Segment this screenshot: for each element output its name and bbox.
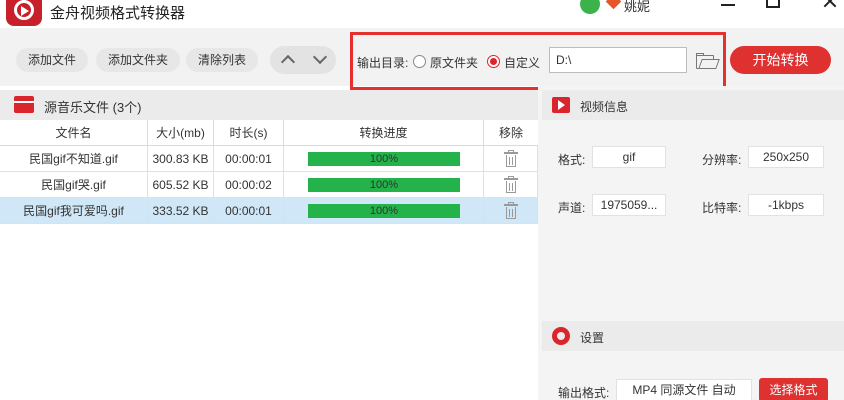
trash-icon[interactable] xyxy=(504,176,518,193)
file-duration: 00:00:01 xyxy=(214,198,284,224)
column-header-name[interactable]: 文件名 xyxy=(0,120,148,146)
settings-title: 设置 xyxy=(580,331,605,345)
remove-cell xyxy=(484,172,538,198)
video-info-header: 视频信息 xyxy=(542,90,844,120)
trash-icon[interactable] xyxy=(504,150,518,167)
move-arrows xyxy=(270,46,336,74)
progress-text: 100% xyxy=(369,205,399,217)
format-label: 格式: xyxy=(558,153,586,167)
select-format-button[interactable]: 选择格式 xyxy=(759,378,828,400)
progress-cell: 100% xyxy=(284,172,484,198)
file-duration: 00:00:02 xyxy=(214,172,284,198)
channel-label: 声道: xyxy=(558,201,586,215)
file-name: 民国gif哭.gif xyxy=(0,172,148,198)
minimize-icon xyxy=(721,4,735,6)
gear-icon xyxy=(552,327,570,345)
output-directory-label: 输出目录: xyxy=(357,56,409,70)
clear-list-button[interactable]: 清除列表 xyxy=(186,48,259,72)
video-info-title: 视频信息 xyxy=(580,100,629,114)
channel-value: 1975059... xyxy=(592,194,666,216)
chevron-up-icon xyxy=(280,54,296,70)
column-header-size[interactable]: 大小(mb) xyxy=(148,120,214,146)
bitrate-label: 比特率: xyxy=(702,201,742,215)
app-logo-icon xyxy=(6,0,42,26)
folder-open-icon[interactable] xyxy=(696,53,720,69)
resolution-value: 250x250 xyxy=(748,146,824,168)
file-size: 300.83 KB xyxy=(148,146,214,172)
move-up-button[interactable] xyxy=(272,46,304,74)
table-row[interactable]: 民国gif不知道.gif 300.83 KB 00:00:01 100% xyxy=(0,146,538,172)
output-path-input[interactable]: D:\ xyxy=(549,47,687,73)
remove-cell xyxy=(484,198,538,224)
clapperboard-icon xyxy=(14,96,34,113)
file-list-header: 源音乐文件 (3个) xyxy=(0,90,538,120)
move-down-button[interactable] xyxy=(304,46,336,74)
file-list-title: 源音乐文件 (3个) xyxy=(44,100,142,115)
chevron-down-icon xyxy=(312,49,328,65)
app-title: 金舟视频格式转换器 xyxy=(50,5,186,22)
format-value: gif xyxy=(592,146,666,168)
trash-icon[interactable] xyxy=(504,202,518,219)
table-header: 文件名 大小(mb) 时长(s) 转换进度 移除 xyxy=(0,120,538,146)
table-row[interactable]: 民国gif哭.gif 605.52 KB 00:00:02 100% xyxy=(0,172,538,198)
table-row[interactable]: 民国gif我可爱吗.gif 333.52 KB 00:00:01 100% xyxy=(0,198,538,224)
column-header-duration[interactable]: 时长(s) xyxy=(214,120,284,146)
column-header-progress[interactable]: 转换进度 xyxy=(284,120,484,146)
file-name: 民国gif不知道.gif xyxy=(0,146,148,172)
bitrate-value: -1kbps xyxy=(748,194,824,216)
output-directory-group: 输出目录: 原文件夹 自定义 D:\ xyxy=(350,32,726,90)
user-name[interactable]: 姚妮 xyxy=(624,0,650,15)
radio-custom-label[interactable]: 自定义 xyxy=(504,54,540,71)
radio-original-folder-label[interactable]: 原文件夹 xyxy=(430,54,478,71)
progress-bar: 100% xyxy=(308,178,460,192)
resolution-label: 分辨率: xyxy=(702,153,742,167)
add-folder-button[interactable]: 添加文件夹 xyxy=(96,48,181,72)
progress-cell: 100% xyxy=(284,146,484,172)
maximize-icon xyxy=(766,0,780,8)
radio-original-folder[interactable] xyxy=(413,55,426,68)
column-header-remove: 移除 xyxy=(498,126,523,140)
radio-custom[interactable] xyxy=(487,55,500,68)
file-size: 605.52 KB xyxy=(148,172,214,198)
output-format-label: 输出格式: xyxy=(558,386,610,400)
video-play-icon xyxy=(552,97,570,113)
settings-header: 设置 xyxy=(542,321,844,351)
toolbar: 添加文件 添加文件夹 清除列表 输出目录: 原文件夹 自定义 D:\ 开始转换 xyxy=(0,28,844,90)
wechat-icon xyxy=(580,0,600,14)
progress-text: 100% xyxy=(369,153,399,165)
progress-text: 100% xyxy=(369,179,399,191)
start-convert-button[interactable]: 开始转换 xyxy=(730,46,831,74)
progress-cell: 100% xyxy=(284,198,484,224)
file-duration: 00:00:01 xyxy=(214,146,284,172)
right-panel: 视频信息 格式: gif 分辨率: 250x250 声道: 1975059...… xyxy=(538,86,844,400)
progress-bar: 100% xyxy=(308,152,460,166)
file-size: 333.52 KB xyxy=(148,198,214,224)
add-file-button[interactable]: 添加文件 xyxy=(16,48,89,72)
vip-diamond-icon xyxy=(605,0,622,10)
output-format-value[interactable]: MP4 同源文件 自动 xyxy=(616,379,752,400)
remove-cell xyxy=(484,146,538,172)
file-name: 民国gif我可爱吗.gif xyxy=(0,198,148,224)
progress-bar: 100% xyxy=(308,204,460,218)
title-bar: 金舟视频格式转换器 姚妮 xyxy=(0,0,844,28)
